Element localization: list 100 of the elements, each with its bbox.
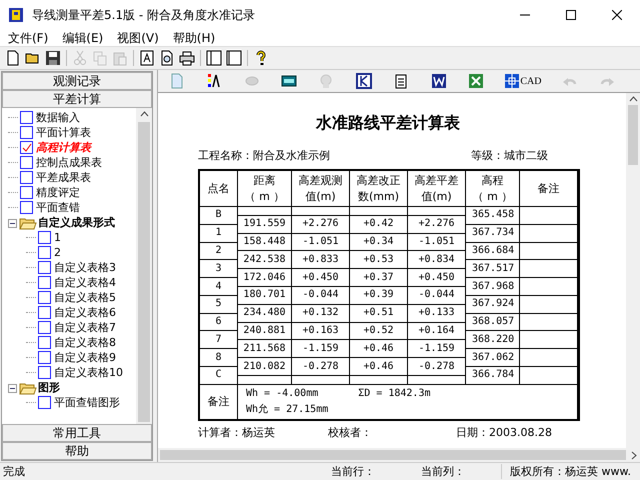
tree-item[interactable]: 1 (54, 230, 61, 245)
checkbox[interactable] (38, 246, 51, 259)
toolbar-button[interactable] (430, 72, 448, 90)
table-cell: +0.163 (292, 322, 350, 340)
checkbox[interactable] (20, 171, 33, 184)
checkbox[interactable] (38, 306, 51, 319)
checkbox[interactable] (20, 201, 33, 214)
section-tab[interactable]: 帮助 (2, 442, 152, 460)
checkbox[interactable] (38, 231, 51, 244)
table-cell: 191.559 (238, 216, 292, 234)
tree-item[interactable]: 平面查错 (36, 200, 80, 215)
tree-item[interactable]: 平面查错图形 (54, 395, 120, 410)
checkbox[interactable] (20, 156, 33, 169)
vertical-scrollbar[interactable] (136, 108, 152, 424)
section-tab[interactable]: 平差计算 (2, 90, 152, 108)
table-cell: 5 (200, 296, 238, 314)
checkbox[interactable] (38, 261, 51, 274)
scrollbar-thumb[interactable] (628, 105, 638, 165)
checkbox[interactable] (38, 336, 51, 349)
grid-icon (504, 73, 520, 89)
tree-item[interactable]: 平差成果表 (36, 170, 91, 185)
table-cell: 3 (200, 260, 238, 278)
table-cell: +0.833 (292, 251, 350, 270)
collapse-folder-icon[interactable] (8, 216, 38, 230)
tree-item[interactable]: 自定义表格7 (54, 320, 116, 335)
table-cell (408, 376, 466, 385)
table-cell: 368.220 (466, 331, 520, 350)
tree-item[interactable]: 自定义表格10 (54, 365, 123, 380)
tree-item[interactable]: 自定义表格8 (54, 335, 116, 350)
toolbar-button[interactable] (138, 49, 156, 67)
notepad-icon (393, 73, 410, 89)
tree-item[interactable]: 自定义表格5 (54, 290, 116, 305)
color-bars-icon (206, 73, 222, 89)
column-header: 数(mm) (358, 188, 399, 204)
scrollbar-thumb[interactable] (160, 450, 626, 460)
folder-item[interactable]: 图形 (38, 380, 60, 395)
tree-item[interactable]: 2 (54, 245, 61, 260)
table-cell: 367.968 (466, 278, 520, 296)
table-cell (238, 376, 292, 385)
horizontal-scrollbar[interactable] (158, 448, 640, 462)
toolbar-button[interactable]: CAD (504, 72, 542, 90)
checkbox[interactable] (38, 396, 51, 409)
status-text: 当前列： (420, 464, 466, 479)
scrollbar-thumb[interactable] (138, 122, 150, 422)
checkbox[interactable] (38, 321, 51, 334)
tree-item[interactable]: 精度评定 (36, 185, 80, 200)
checkbox[interactable] (38, 366, 51, 379)
checkbox[interactable] (20, 111, 33, 124)
section-tab[interactable]: 观测记录 (2, 72, 152, 90)
tree-item[interactable]: 平面计算表 (36, 125, 91, 140)
vertical-scrollbar[interactable] (626, 93, 640, 448)
table-cell: +0.834 (408, 251, 466, 270)
footer-text: 日期：2003.08.28 (456, 424, 552, 440)
toolbar-button[interactable] (205, 49, 223, 67)
column-header: 高差改正 (356, 173, 400, 188)
table-cell: C (200, 367, 238, 385)
table-cell: 234.480 (238, 304, 292, 323)
toolbar-button[interactable] (44, 49, 62, 67)
footer-text: 校核者： (328, 424, 373, 440)
checkbox[interactable] (38, 351, 51, 364)
maximize-icon (566, 10, 576, 20)
table-cell: +0.34 (350, 234, 408, 252)
menu-item[interactable]: 帮助(H) (166, 30, 224, 46)
checkbox[interactable] (38, 276, 51, 289)
tree-item[interactable]: 数据输入 (36, 110, 80, 125)
table-cell: +2.276 (292, 216, 350, 234)
menu-item[interactable]: 文件(F) (2, 30, 56, 46)
tree-item[interactable]: 自定义表格6 (54, 305, 116, 320)
checkbox[interactable] (20, 186, 33, 199)
folder-item[interactable]: 自定义成果形式 (38, 215, 115, 230)
page-icon (168, 73, 185, 89)
table-cell: 367.734 (466, 224, 520, 243)
table-cell: -1.159 (292, 340, 350, 358)
checkbox[interactable] (20, 141, 33, 154)
table-cell: 367.062 (466, 349, 520, 368)
collapse-folder-icon[interactable] (8, 380, 38, 394)
tree-item[interactable]: 控制点成果表 (36, 155, 102, 170)
table-cell: +0.46 (350, 340, 408, 358)
table-cell: 367.924 (466, 296, 520, 314)
printer-icon (179, 50, 195, 66)
menu-item[interactable]: 视图(V) (111, 30, 167, 46)
toolbar-button[interactable] (178, 49, 196, 67)
checkbox[interactable] (20, 126, 33, 139)
tree-item[interactable]: 自定义表格4 (54, 275, 116, 290)
window-title: 导线测量平差5.1版 - 附合及角度水准记录 (32, 6, 256, 24)
table-cell: 366.784 (466, 367, 520, 385)
tree-item[interactable]: 自定义表格3 (54, 260, 116, 275)
table-cell: -0.044 (292, 287, 350, 305)
section-tab[interactable]: 常用工具 (2, 424, 152, 442)
toolbar-button[interactable] (225, 49, 243, 67)
toolbar-button[interactable] (354, 72, 373, 90)
table-cell: 8 (200, 349, 238, 368)
grade-label: 等级：城市二级 (471, 148, 548, 163)
column-header: （ m ） (244, 188, 284, 204)
tree-item[interactable]: 高程计算表 (36, 140, 91, 155)
tree-item[interactable]: 自定义表格9 (54, 350, 116, 365)
column-header: 高差观测 (298, 173, 342, 188)
checkbox[interactable] (38, 291, 51, 304)
table-cell: +2.276 (408, 216, 466, 234)
menu-item[interactable]: 编辑(E) (56, 30, 112, 46)
